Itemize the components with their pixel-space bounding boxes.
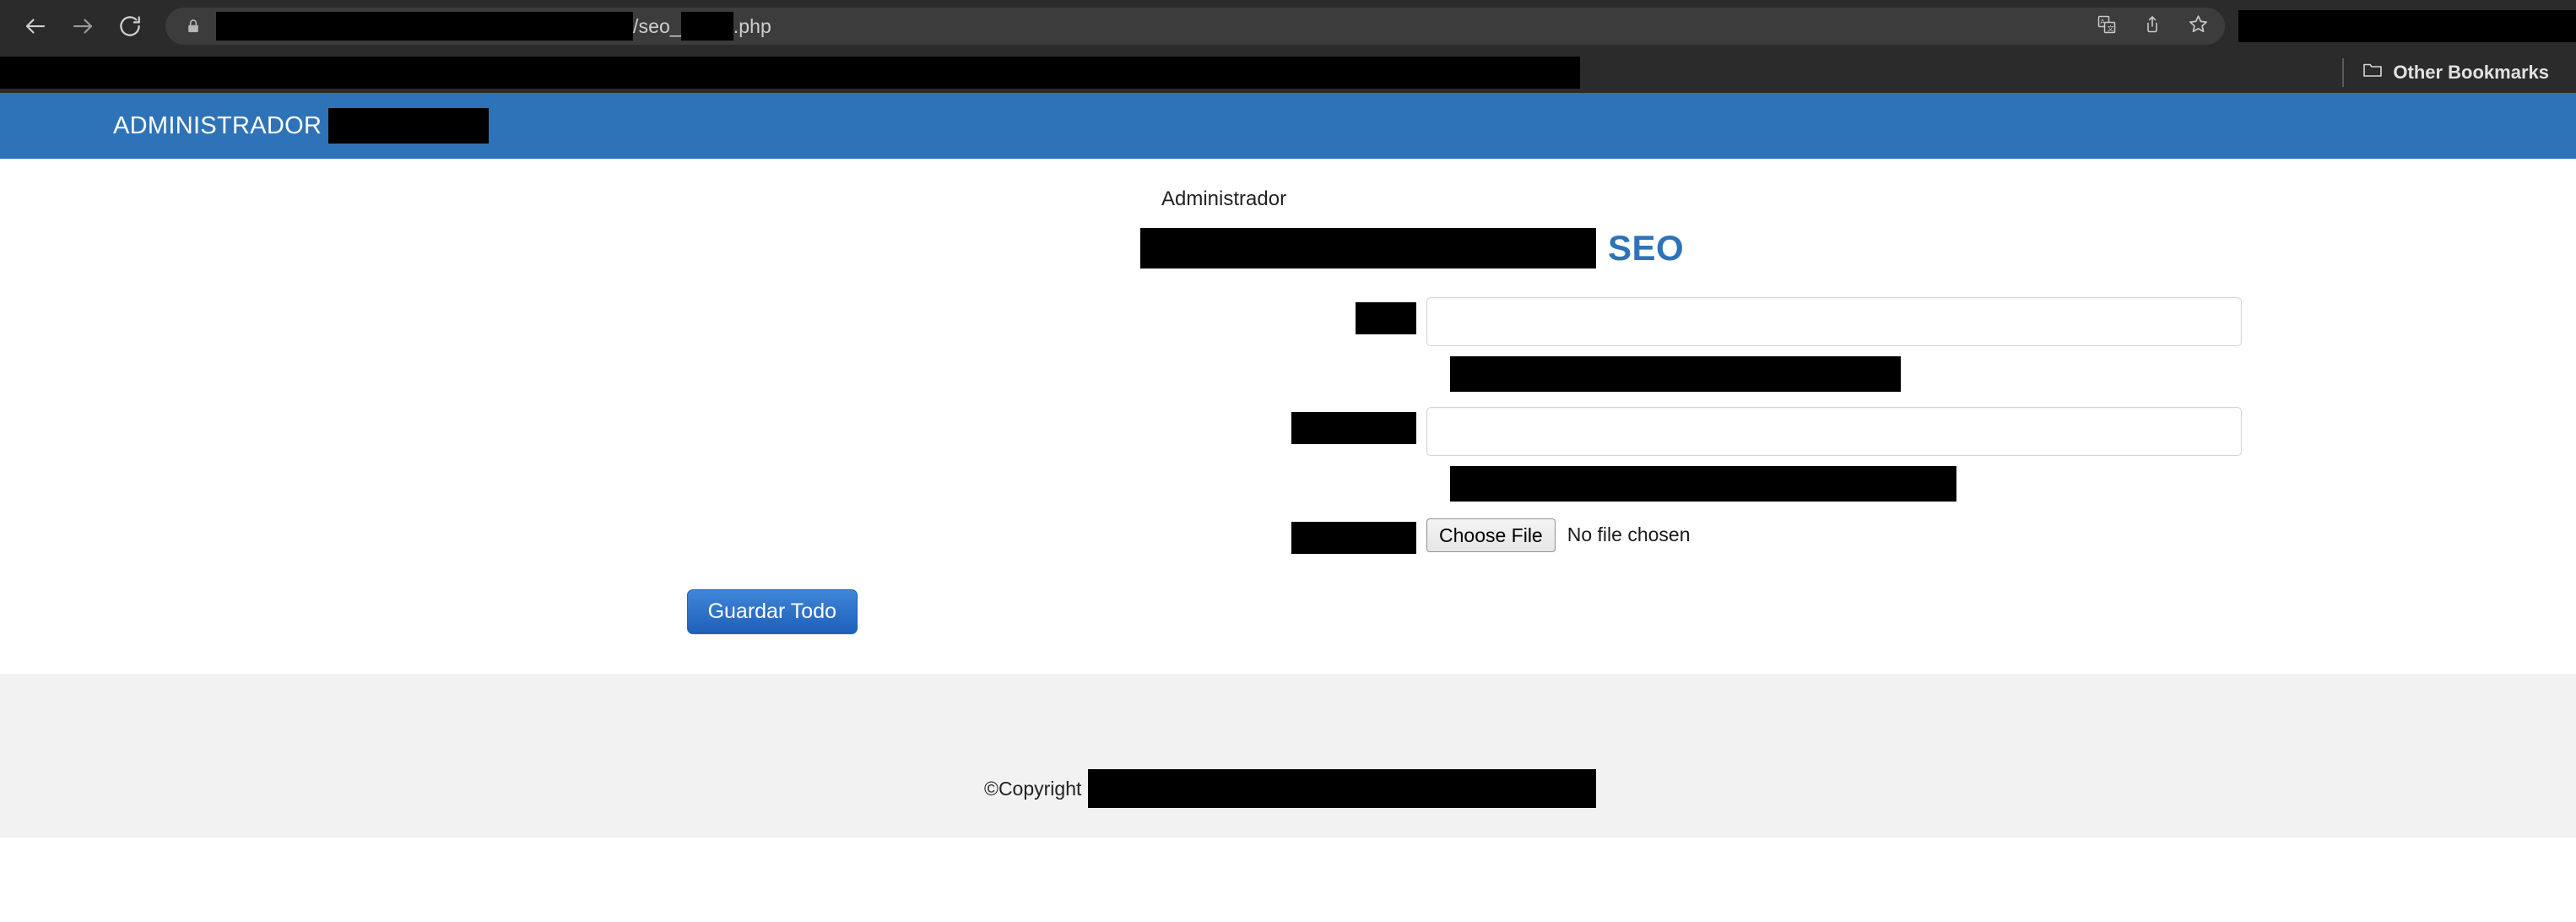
seo-field-2-input[interactable]	[1426, 407, 2242, 456]
page-title: SEO	[1608, 228, 1685, 268]
choose-file-button[interactable]: Choose File	[1426, 518, 1556, 553]
section-title-redacted	[1140, 228, 1596, 268]
submit-row: Guardar Todo	[360, 589, 2242, 634]
bookmarks-redacted[interactable]	[0, 57, 1580, 89]
share-icon	[2142, 14, 2162, 39]
file-input-group[interactable]: Choose File No file chosen	[1426, 518, 1691, 553]
url-path-segment: /seo_	[633, 15, 681, 37]
back-arrow-icon	[23, 14, 48, 39]
url-extension: .php	[733, 15, 771, 37]
form-row-2	[360, 407, 2242, 456]
reload-icon	[117, 14, 143, 39]
app-header-title: ADMINISTRADOR	[113, 111, 322, 139]
seo-field-1-input[interactable]	[1426, 297, 2242, 346]
profile-redacted[interactable]	[2238, 10, 2576, 42]
bookmarks-bar: Other Bookmarks	[0, 52, 2576, 93]
forward-arrow-icon	[70, 14, 95, 39]
app-header: ADMINISTRADOR	[0, 93, 2576, 159]
bookmark-star-icon	[2188, 14, 2209, 39]
address-bar[interactable]: /seo_ .php A 文	[165, 8, 2225, 45]
page-footer: ©Copyright	[0, 674, 2576, 838]
translate-button[interactable]: A 文	[2088, 8, 2125, 45]
other-bookmarks-label: Other Bookmarks	[2393, 62, 2549, 83]
form-row-file: Choose File No file chosen	[360, 517, 2242, 554]
reload-button[interactable]	[106, 3, 154, 50]
bookmarks-divider	[2342, 58, 2345, 87]
section-title-row: SEO	[1140, 228, 2242, 268]
svg-text:文: 文	[2108, 24, 2114, 32]
url-text-wrap[interactable]: /seo_ .php	[216, 8, 2080, 45]
field-label-redacted-3	[1291, 522, 1416, 554]
bookmarks-right-group: Other Bookmarks	[2342, 57, 2576, 88]
omnibox-actions: A 文	[2088, 8, 2216, 45]
browser-toolbar: /seo_ .php A 文	[0, 0, 2576, 52]
url-redacted-host	[216, 12, 633, 41]
lock-icon	[184, 17, 203, 35]
bookmark-button[interactable]	[2179, 8, 2216, 45]
translate-icon: A 文	[2097, 14, 2117, 39]
field-label-redacted-2	[1291, 412, 1416, 444]
copyright-redacted	[1088, 769, 1597, 808]
share-button[interactable]	[2134, 8, 2171, 45]
field-helper-redacted-1	[1450, 356, 1901, 392]
breadcrumb: Administrador	[1161, 187, 1287, 210]
page-body: Administrador SEO Choose File No file ch…	[0, 159, 2576, 674]
footer-inner: ©Copyright	[984, 769, 1597, 808]
forward-button[interactable]	[59, 3, 106, 50]
save-all-button[interactable]: Guardar Todo	[686, 589, 858, 634]
field-helper-redacted-2	[1450, 466, 1956, 502]
browser-chrome: /seo_ .php A 文 Other Bookmarks	[0, 0, 2576, 93]
content-container: Administrador SEO Choose File No file ch…	[334, 189, 2242, 634]
other-bookmarks-button[interactable]: Other Bookmarks	[2356, 57, 2556, 88]
page-tail	[0, 838, 2576, 914]
svg-text:A: A	[2100, 18, 2105, 25]
field-label-redacted-1	[1356, 302, 1416, 334]
copyright-label: ©Copyright	[984, 777, 1082, 800]
app-header-redacted	[328, 108, 490, 144]
url-redacted-slug	[680, 12, 733, 41]
no-file-chosen-label: No file chosen	[1567, 523, 1691, 546]
folder-icon	[2362, 61, 2383, 84]
form-row-1	[360, 297, 2242, 346]
back-button[interactable]	[12, 3, 59, 50]
